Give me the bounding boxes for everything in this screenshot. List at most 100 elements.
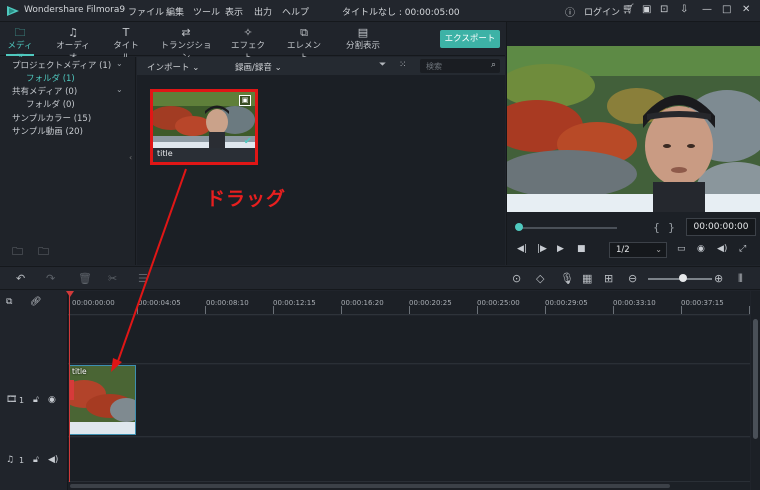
- mark-in-icon[interactable]: {: [653, 221, 660, 234]
- timeline-toolbar: ↶ ↷ 🗑︎ ✂ ☰ ⊙ ◇ 🎙︎ ▦ ⊞ ⊖ ⊕ ⦀: [0, 266, 760, 290]
- media-library: インポート ⌄ 録画/録音 ⌄ ⏷ ⁙ 検索 ⌕ ▣ ✔ title: [137, 57, 505, 265]
- stop-icon[interactable]: ■: [577, 244, 586, 254]
- info-icon[interactable]: ⓘ: [565, 4, 575, 19]
- media-clip-title[interactable]: ▣ ✔ title: [150, 89, 258, 165]
- collapse-panel-icon[interactable]: ‹: [129, 153, 132, 162]
- empty-track[interactable]: [68, 316, 750, 364]
- record-label: 録画/録音: [235, 63, 272, 73]
- account-icon[interactable]: ⊡: [660, 4, 668, 15]
- delete-folder-icon[interactable]: 🗀︎: [38, 243, 49, 262]
- playhead-handle[interactable]: [66, 291, 74, 297]
- menu-help[interactable]: ヘルプ: [282, 5, 309, 18]
- timeline-vertical-scrollbar[interactable]: [751, 291, 760, 490]
- voiceover-icon[interactable]: ▦: [582, 272, 592, 285]
- menu-edit[interactable]: 編集: [166, 5, 184, 18]
- scrollbar-thumb[interactable]: [70, 484, 670, 488]
- search-placeholder: 検索: [426, 62, 442, 71]
- fullscreen-icon[interactable]: ⤢: [739, 244, 746, 254]
- add-track-icon[interactable]: ⧉: [6, 297, 12, 307]
- delete-icon[interactable]: 🗑︎: [78, 272, 92, 285]
- speaker-icon[interactable]: ◀): [48, 455, 58, 465]
- link-icon[interactable]: 🔗︎: [30, 297, 41, 307]
- step-frame-icon[interactable]: |▶: [537, 244, 547, 254]
- filmora-logo-icon: [7, 6, 19, 16]
- split-screen-icon: ▤: [357, 26, 369, 39]
- preview-scrubber-track[interactable]: [517, 227, 617, 229]
- snap-icon[interactable]: ⊞: [604, 272, 613, 285]
- chevron-down-icon: ⌄: [274, 63, 282, 73]
- chevron-down-icon[interactable]: ⌄: [116, 85, 123, 94]
- zoom-slider-handle[interactable]: [679, 274, 687, 282]
- clip-title: title: [157, 149, 173, 158]
- active-tab-underline: [6, 54, 34, 56]
- export-button[interactable]: エクスポート: [440, 30, 500, 48]
- cart-icon[interactable]: 🛒︎: [622, 4, 635, 15]
- tree-item-folder-0[interactable]: フォルダ (0): [26, 98, 75, 110]
- playhead-line[interactable]: [69, 291, 70, 490]
- minimize-icon[interactable]: —: [702, 4, 712, 15]
- import-dropdown[interactable]: インポート ⌄: [147, 61, 199, 73]
- tree-item-project-media[interactable]: プロジェクトメディア (1): [12, 59, 111, 71]
- chevron-down-icon[interactable]: ⌄: [116, 59, 123, 68]
- menu-view[interactable]: 表示: [225, 5, 243, 18]
- lock-icon[interactable]: 🔓︎: [33, 455, 39, 465]
- render-icon[interactable]: ⊙: [512, 272, 521, 285]
- search-input[interactable]: 検索 ⌕: [420, 59, 500, 73]
- adjust-icon[interactable]: ☰: [138, 272, 148, 285]
- menu-tools[interactable]: ツール: [193, 5, 220, 18]
- record-dropdown[interactable]: 録画/録音 ⌄: [235, 61, 282, 73]
- display-icon[interactable]: ▭: [677, 244, 686, 254]
- transition-icon: ⇄: [181, 26, 191, 39]
- timeline-horizontal-scrollbar[interactable]: [68, 482, 750, 490]
- video-track[interactable]: [68, 365, 750, 437]
- maximize-icon[interactable]: □: [722, 4, 731, 15]
- new-folder-icon[interactable]: 🗀︎: [12, 243, 23, 262]
- tree-item-shared-media[interactable]: 共有メディア (0): [12, 85, 77, 97]
- snapshot-icon[interactable]: ◉: [697, 244, 705, 254]
- menu-file[interactable]: ファイル: [128, 5, 164, 18]
- volume-icon[interactable]: ◀): [717, 244, 727, 254]
- effects-icon: ✧: [243, 26, 253, 39]
- eye-icon[interactable]: ◉: [48, 395, 56, 405]
- undo-icon[interactable]: ↶: [16, 272, 25, 285]
- tree-item-sample-colors[interactable]: サンプルカラー (15): [12, 112, 91, 124]
- tree-item-sample-videos[interactable]: サンプル動画 (20): [12, 125, 83, 137]
- media-folder-tree: プロジェクトメディア (1) ⌄ フォルダ (1) 共有メディア (0) ⌄ フ…: [0, 57, 136, 265]
- lock-icon[interactable]: 🔓︎: [33, 395, 39, 405]
- audio-track-icon: ♫: [6, 455, 15, 465]
- step-back-icon[interactable]: ◀|: [517, 244, 527, 254]
- grid-view-icon[interactable]: ⁙: [399, 60, 407, 70]
- zoom-out-icon[interactable]: ⊖: [628, 272, 637, 285]
- track-headers: ⧉ 🔗︎ 🎞︎ 1 🔓︎ ◉ ♫ 1 🔓︎ ◀): [0, 291, 68, 490]
- scrollbar-thumb[interactable]: [753, 319, 758, 439]
- title-bar: Wondershare Filmora9 ファイル 編集 ツール 表示 出力 ヘ…: [0, 0, 760, 22]
- close-icon[interactable]: ✕: [742, 4, 750, 15]
- tab-label: 分割表示: [345, 41, 380, 51]
- timeline-clip-title: title: [72, 367, 87, 376]
- microphone-icon[interactable]: 🎙︎: [560, 272, 574, 285]
- redo-icon[interactable]: ↷: [46, 272, 55, 285]
- mark-out-icon[interactable]: }: [668, 221, 675, 234]
- cut-icon[interactable]: ✂: [108, 272, 117, 285]
- login-button[interactable]: ログイン: [584, 5, 620, 18]
- timeline-clip[interactable]: title: [69, 365, 136, 435]
- ruler-tick-label: 00:00:37:15: [681, 299, 724, 307]
- tree-item-folder-1[interactable]: フォルダ (1): [26, 72, 75, 84]
- ruler-tick-label: 00:00:16:20: [341, 299, 384, 307]
- columns-icon[interactable]: ⦀: [738, 272, 743, 286]
- preview-quality-select[interactable]: 1/2 ⌄: [609, 242, 667, 258]
- notification-icon[interactable]: ⇩: [680, 4, 688, 15]
- tab-split-screen[interactable]: ▤ 分割表示: [344, 26, 382, 51]
- filter-icon[interactable]: ⏷: [379, 60, 386, 70]
- audio-track[interactable]: [68, 438, 750, 482]
- save-icon[interactable]: ▣: [642, 4, 651, 15]
- preview-scrubber-handle[interactable]: [515, 223, 523, 231]
- ruler-tick: [545, 306, 546, 314]
- timeline-ruler[interactable]: 00:00:00:00 00:00:04:05 00:00:08:10 00:0…: [68, 291, 750, 315]
- music-note-icon: ♫: [68, 26, 78, 39]
- ruler-tick-label: 00:00:04:05: [138, 299, 181, 307]
- play-icon[interactable]: ▶: [557, 244, 564, 254]
- marker-icon[interactable]: ◇: [536, 272, 544, 285]
- menu-export[interactable]: 出力: [254, 5, 272, 18]
- zoom-in-icon[interactable]: ⊕: [714, 272, 723, 285]
